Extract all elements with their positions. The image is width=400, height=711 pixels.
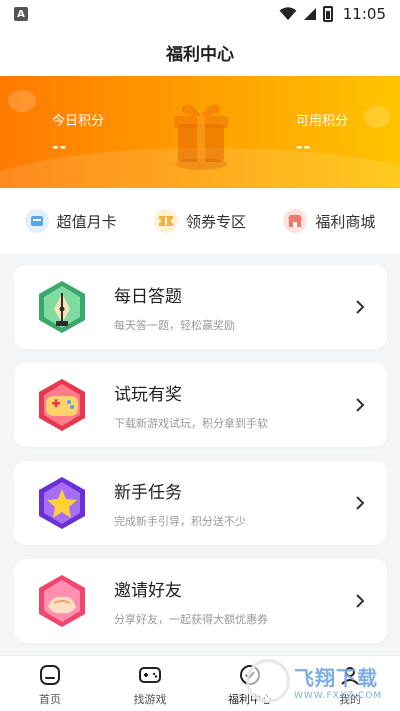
welfare-icon (240, 664, 260, 685)
task-title: 试玩有奖 (114, 384, 182, 405)
task-title: 新手任务 (114, 482, 182, 503)
task-card-daily-quiz[interactable]: 每日答题 每天答一题，轻松赢奖励 (14, 265, 387, 349)
nav-label: 找游戏 (133, 692, 167, 706)
quick-link-label: 福利商城 (315, 212, 376, 231)
task-title: 每日答题 (114, 286, 182, 307)
quick-link-shop[interactable]: 福利商城 (283, 209, 375, 233)
status-bar: A 11:05 (0, 0, 400, 28)
nav-label: 福利中心 (228, 692, 272, 706)
today-points: 今日积分 -- (52, 110, 104, 156)
quick-link-label: 超值月卡 (56, 212, 117, 231)
nav-welfare-center[interactable]: 福利中心 (200, 656, 300, 711)
nav-home[interactable]: 首页 (0, 656, 100, 711)
task-subtitle: 分享好友，一起获得大额优惠券 (114, 612, 268, 626)
today-points-label: 今日积分 (52, 114, 105, 129)
today-points-value: -- (52, 137, 68, 156)
battery-icon (322, 6, 333, 22)
quick-link-coupons[interactable]: 领券专区 (153, 209, 246, 233)
nav-profile[interactable]: 我的 (300, 656, 400, 711)
banner-bubble-decoration (8, 90, 36, 112)
task-card-newbie[interactable]: 新手任务 完成新手引导，积分送不少 (14, 461, 387, 545)
coupon-icon (153, 209, 178, 233)
bottom-nav: 首页 找游戏 福利中心 我的 (0, 655, 400, 711)
gamepad-nav-icon (139, 666, 161, 683)
nav-find-games[interactable]: 找游戏 (100, 656, 200, 711)
home-icon (40, 664, 60, 685)
available-points-value: -- (296, 137, 312, 156)
shop-icon (283, 209, 308, 233)
page-header: 福利中心 (0, 28, 400, 76)
wifi-icon (279, 7, 297, 20)
quick-link-month-card[interactable]: 超值月卡 (24, 209, 117, 233)
nav-label: 首页 (39, 692, 61, 706)
profile-icon (341, 666, 359, 685)
pen-icon (39, 281, 85, 333)
nav-label: 我的 (339, 692, 361, 706)
chevron-right-icon (356, 398, 365, 412)
task-card-invite-friends[interactable]: 邀请好友 分享好友，一起获得大额优惠券 (14, 559, 387, 643)
task-subtitle: 完成新手引导，积分送不少 (114, 514, 246, 528)
chevron-right-icon (356, 300, 365, 314)
quick-links: 超值月卡 领券专区 福利商城 (0, 188, 400, 254)
handshake-icon (39, 575, 85, 627)
gamepad-icon (39, 379, 85, 431)
task-subtitle: 下载新游戏试玩，积分拿到手软 (114, 416, 268, 430)
available-points-label: 可用积分 (296, 114, 349, 129)
task-title: 邀请好友 (114, 580, 182, 601)
chevron-right-icon (356, 594, 365, 608)
task-subtitle: 每天答一题，轻松赢奖励 (114, 318, 235, 332)
available-points: 可用积分 -- (296, 110, 348, 156)
quick-link-label: 领券专区 (185, 212, 246, 231)
app-notification-icon: A (14, 7, 28, 21)
points-banner: 今日积分 -- 可用积分 -- (0, 76, 400, 188)
page-title: 福利中心 (166, 44, 234, 65)
task-card-trial-games[interactable]: 试玩有奖 下载新游戏试玩，积分拿到手软 (14, 363, 387, 447)
signal-icon (303, 8, 316, 20)
star-icon (39, 477, 85, 529)
gift-box-icon (174, 104, 228, 170)
status-time: 11:05 (342, 5, 386, 23)
chevron-right-icon (356, 496, 365, 510)
banner-bubble-decoration (364, 106, 390, 128)
month-card-icon (24, 209, 49, 233)
